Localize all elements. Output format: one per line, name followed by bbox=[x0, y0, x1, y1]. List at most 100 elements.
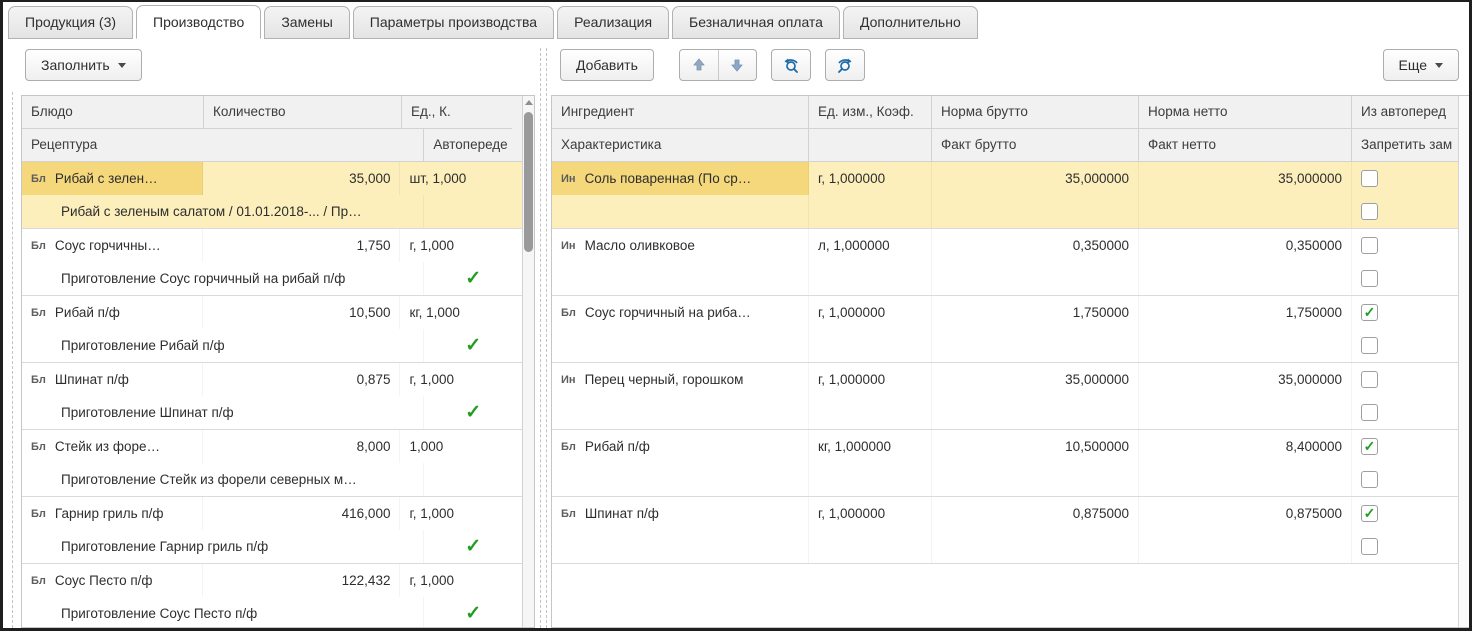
net-fact-cell[interactable] bbox=[1139, 396, 1352, 429]
expand-recipe-button[interactable] bbox=[825, 49, 865, 81]
dish-main-row[interactable]: Бл Соус горчичны… 1,750 г, 1,000 bbox=[22, 229, 522, 262]
net-fact-cell[interactable] bbox=[1139, 262, 1352, 295]
move-down-button[interactable] bbox=[718, 50, 756, 80]
column-header-net-norm[interactable]: Норма нетто bbox=[1139, 96, 1352, 129]
auto-transfer-cell[interactable]: ✓ bbox=[424, 463, 522, 496]
scroll-up-icon[interactable] bbox=[525, 100, 533, 105]
dish-quantity-cell[interactable]: 35,000 bbox=[203, 162, 400, 195]
auto-transfer-cell[interactable]: ✓ bbox=[424, 262, 522, 295]
dish-main-row[interactable]: Бл Гарнир гриль п/ф 416,000 г, 1,000 bbox=[22, 497, 522, 530]
dish-quantity-cell[interactable]: 0,875 bbox=[203, 363, 400, 396]
net-norm-cell[interactable]: 35,000000 bbox=[1139, 363, 1352, 396]
forbid-replace-cell[interactable] bbox=[1352, 195, 1464, 228]
dish-row-pair[interactable]: Бл Соус Песто п/ф 122,432 г, 1,000 Приго… bbox=[22, 564, 522, 628]
fill-button[interactable]: Заполнить bbox=[25, 49, 142, 81]
auto-transfer-cell[interactable]: ✓ bbox=[424, 396, 522, 429]
ingredient-row-pair[interactable]: Бл Соус горчичный на риба… г, 1,000000 1… bbox=[552, 296, 1469, 363]
forbid-replace-checkbox[interactable] bbox=[1361, 270, 1378, 287]
dish-name-cell[interactable]: Бл Соус горчичны… bbox=[22, 229, 203, 262]
dish-quantity-cell[interactable]: 416,000 bbox=[203, 497, 400, 530]
dish-main-row[interactable]: Бл Рибай п/ф 10,500 кг, 1,000 bbox=[22, 296, 522, 329]
dish-row-pair[interactable]: Бл Стейк из форе… 8,000 1,000 Приготовле… bbox=[22, 430, 522, 497]
gross-norm-cell[interactable]: 0,350000 bbox=[932, 229, 1139, 262]
left-edge-splitter[interactable] bbox=[12, 92, 13, 628]
forbid-replace-checkbox[interactable] bbox=[1361, 404, 1378, 421]
characteristic-cell[interactable] bbox=[552, 530, 809, 563]
gross-norm-cell[interactable]: 10,500000 bbox=[932, 430, 1139, 463]
ingredient-main-row[interactable]: Ин Соль поваренная (По ср… г, 1,000000 3… bbox=[552, 162, 1469, 195]
ingredient-main-row[interactable]: Бл Шпинат п/ф г, 1,000000 0,875000 0,875… bbox=[552, 497, 1469, 530]
from-auto-cell[interactable] bbox=[1352, 162, 1464, 195]
ingredient-row-pair[interactable]: Ин Перец черный, горошком г, 1,000000 35… bbox=[552, 363, 1469, 430]
ingredient-main-row[interactable]: Ин Перец черный, горошком г, 1,000000 35… bbox=[552, 363, 1469, 396]
ingredient-characteristic-row[interactable] bbox=[552, 530, 1469, 563]
characteristic-cell[interactable] bbox=[552, 463, 809, 496]
gross-norm-cell[interactable]: 1,750000 bbox=[932, 296, 1139, 329]
forbid-replace-cell[interactable] bbox=[1352, 463, 1464, 496]
ingredient-row-pair[interactable]: Ин Соль поваренная (По ср… г, 1,000000 3… bbox=[552, 162, 1469, 229]
empty-cell[interactable] bbox=[809, 396, 932, 429]
gross-fact-cell[interactable] bbox=[932, 396, 1139, 429]
dish-row-pair[interactable]: Бл Соус горчичны… 1,750 г, 1,000 Пригото… bbox=[22, 229, 522, 296]
recipe-cell[interactable]: Приготовление Соус горчичный на рибай п/… bbox=[22, 262, 424, 295]
column-header-auto-transfer[interactable]: Автопереде bbox=[424, 129, 522, 162]
scrollbar-thumb[interactable] bbox=[524, 112, 533, 252]
dish-name-cell[interactable]: Бл Шпинат п/ф bbox=[22, 363, 203, 396]
recipe-cell[interactable]: Приготовление Соус Песто п/ф bbox=[22, 597, 424, 628]
characteristic-cell[interactable] bbox=[552, 329, 809, 362]
net-fact-cell[interactable] bbox=[1139, 195, 1352, 228]
ingredient-unit-cell[interactable]: г, 1,000000 bbox=[809, 296, 932, 329]
ingredients-scrollbar[interactable] bbox=[1458, 96, 1469, 627]
dish-recipe-row[interactable]: Приготовление Гарнир гриль п/ф ✓ bbox=[22, 530, 522, 563]
dish-quantity-cell[interactable]: 1,750 bbox=[203, 229, 400, 262]
dish-unit-cell[interactable]: г, 1,000 bbox=[400, 564, 522, 597]
from-auto-checkbox[interactable] bbox=[1361, 170, 1378, 187]
dish-name-cell[interactable]: Бл Рибай с зелен… bbox=[22, 162, 203, 195]
forbid-replace-checkbox[interactable] bbox=[1361, 337, 1378, 354]
tab[interactable]: Безналичная оплата bbox=[672, 6, 840, 39]
ingredient-characteristic-row[interactable] bbox=[552, 463, 1469, 496]
ingredient-main-row[interactable]: Бл Соус горчичный на риба… г, 1,000000 1… bbox=[552, 296, 1469, 329]
net-norm-cell[interactable]: 35,000000 bbox=[1139, 162, 1352, 195]
auto-transfer-cell[interactable]: ✓ bbox=[424, 530, 522, 563]
from-auto-checkbox[interactable] bbox=[1361, 237, 1378, 254]
move-up-button[interactable] bbox=[680, 50, 718, 80]
ingredient-name-cell[interactable]: Ин Масло оливковое bbox=[552, 229, 809, 262]
column-header-quantity[interactable]: Количество bbox=[204, 96, 402, 129]
from-auto-checkbox[interactable] bbox=[1361, 438, 1378, 455]
gross-norm-cell[interactable]: 35,000000 bbox=[932, 162, 1139, 195]
auto-transfer-cell[interactable]: ✓ bbox=[424, 195, 522, 228]
column-header-gross-fact[interactable]: Факт брутто bbox=[932, 129, 1139, 162]
empty-cell[interactable] bbox=[809, 195, 932, 228]
column-header-recipe[interactable]: Рецептура bbox=[22, 129, 424, 162]
ingredient-unit-cell[interactable]: г, 1,000000 bbox=[809, 363, 932, 396]
ingredient-name-cell[interactable]: Бл Шпинат п/ф bbox=[552, 497, 809, 530]
dish-quantity-cell[interactable]: 8,000 bbox=[203, 430, 400, 463]
dish-row-pair[interactable]: Бл Гарнир гриль п/ф 416,000 г, 1,000 При… bbox=[22, 497, 522, 564]
ingredient-characteristic-row[interactable] bbox=[552, 329, 1469, 362]
column-header-ingredient[interactable]: Ингредиент bbox=[552, 96, 809, 129]
from-auto-cell[interactable] bbox=[1352, 296, 1464, 329]
ingredient-characteristic-row[interactable] bbox=[552, 195, 1469, 228]
column-header-from-auto[interactable]: Из автоперед bbox=[1352, 96, 1464, 129]
recipe-cell[interactable]: Приготовление Гарнир гриль п/ф bbox=[22, 530, 424, 563]
dish-main-row[interactable]: Бл Стейк из форе… 8,000 1,000 bbox=[22, 430, 522, 463]
from-auto-cell[interactable] bbox=[1352, 497, 1464, 530]
column-header-net-fact[interactable]: Факт нетто bbox=[1139, 129, 1352, 162]
characteristic-cell[interactable] bbox=[552, 262, 809, 295]
column-header-dish[interactable]: Блюдо bbox=[22, 96, 204, 129]
column-header-characteristic[interactable]: Характеристика bbox=[552, 129, 809, 162]
dish-recipe-row[interactable]: Приготовление Стейк из форели северных м… bbox=[22, 463, 522, 496]
dish-recipe-row[interactable]: Приготовление Шпинат п/ф ✓ bbox=[22, 396, 522, 429]
dish-main-row[interactable]: Бл Рибай с зелен… 35,000 шт, 1,000 bbox=[22, 162, 522, 195]
forbid-replace-checkbox[interactable] bbox=[1361, 471, 1378, 488]
forbid-replace-checkbox[interactable] bbox=[1361, 538, 1378, 555]
dish-unit-cell[interactable]: г, 1,000 bbox=[400, 229, 522, 262]
ingredient-main-row[interactable]: Ин Масло оливковое л, 1,000000 0,350000 … bbox=[552, 229, 1469, 262]
empty-cell[interactable] bbox=[809, 530, 932, 563]
dish-row-pair[interactable]: Бл Рибай с зелен… 35,000 шт, 1,000 Рибай… bbox=[22, 162, 522, 229]
column-header-unit[interactable]: Ед., К. bbox=[402, 96, 512, 129]
ingredient-main-row[interactable]: Бл Рибай п/ф кг, 1,000000 10,500000 8,40… bbox=[552, 430, 1469, 463]
from-auto-cell[interactable] bbox=[1352, 229, 1464, 262]
gross-fact-cell[interactable] bbox=[932, 262, 1139, 295]
